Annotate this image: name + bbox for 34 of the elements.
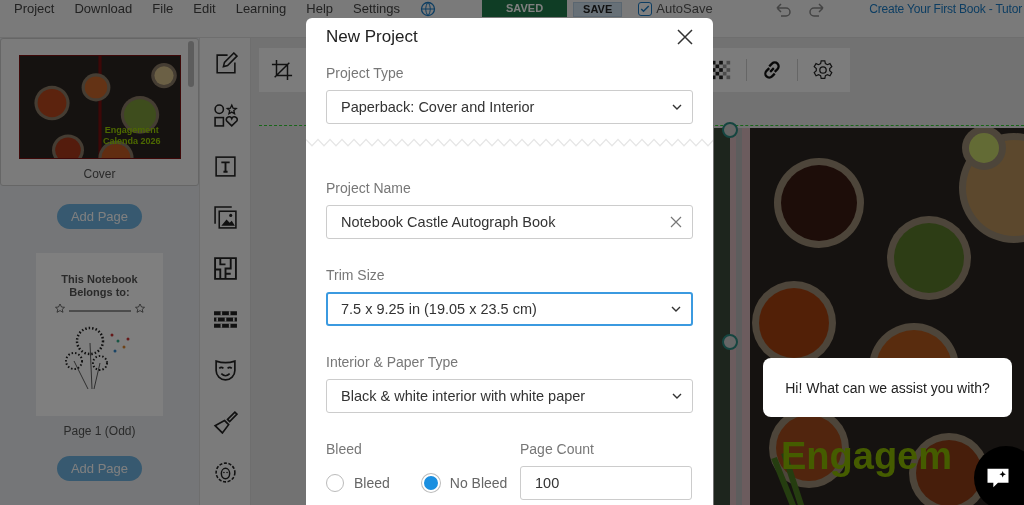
cover-title: Engagement Calenda 2026 [103, 125, 161, 147]
add-page-button[interactable]: Add Page [56, 204, 143, 229]
menu-item[interactable]: Download [74, 2, 133, 16]
chat-message: Hi! What can we assist you with? [763, 358, 1012, 417]
menu-item[interactable]: File [152, 2, 174, 16]
page-count-field[interactable]: 100 [520, 466, 692, 500]
page-caption: Page 1 (Odd) [62, 424, 137, 438]
menu-item[interactable]: Help [306, 2, 333, 16]
field-label: Bleed [326, 441, 362, 457]
page-caption: Cover [82, 167, 117, 181]
radio-label: No Bleed [449, 475, 508, 491]
field-label: Trim Size [326, 267, 385, 283]
menu-item[interactable]: Edit [193, 2, 216, 16]
dialog-title: New Project [326, 26, 418, 47]
interior-type-select[interactable]: Black & white interior with white paper [326, 379, 693, 413]
menu-item[interactable]: Settings [353, 2, 400, 16]
cover-headline: Engagem [781, 435, 953, 478]
field-label: Page Count [520, 441, 594, 457]
radio-label: Bleed [354, 475, 390, 491]
project-type-select[interactable]: Paperback: Cover and Interior [326, 90, 693, 125]
trim-size-select[interactable]: 7.5 x 9.25 in (19.05 x 23.5 cm) [326, 292, 693, 326]
add-page-button[interactable]: Add Page [56, 456, 143, 481]
menu-item[interactable]: Learning [235, 2, 287, 16]
page-title: This Notebook Belongs to: [61, 273, 138, 299]
field-label: Project Type [326, 65, 404, 82]
menu-item[interactable]: Project [14, 2, 55, 16]
project-name-field[interactable]: Notebook Castle Autograph Book [326, 205, 693, 239]
save-status: SAVED [482, 0, 568, 17]
save-button[interactable]: SAVE [573, 2, 623, 17]
tutorial-link[interactable]: Create Your First Book - Tutor [869, 2, 1022, 16]
field-label: Interior & Paper Type [326, 354, 459, 370]
page-entry[interactable]: Engagement Calenda 2026 Cover [0, 38, 199, 186]
autosave-label: AutoSave [656, 2, 713, 16]
field-label: Project Name [326, 180, 411, 196]
